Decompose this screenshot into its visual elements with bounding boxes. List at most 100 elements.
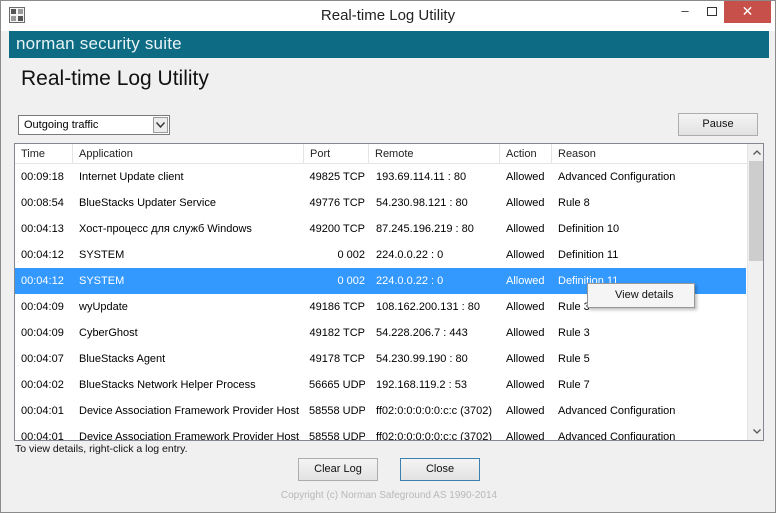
- traffic-filter-value: Outgoing traffic: [24, 119, 99, 131]
- scrollbar-thumb[interactable]: [749, 161, 763, 261]
- window-title: Real-time Log Utility: [320, 7, 456, 24]
- cell-reason: Advanced Configuration: [558, 171, 676, 183]
- vertical-scrollbar[interactable]: [747, 144, 763, 440]
- cell-reason: Rule 7: [558, 379, 590, 391]
- view-details-menu-item[interactable]: View details: [588, 284, 694, 307]
- cell-application: Internet Update client: [79, 171, 184, 183]
- hint-text: To view details, right-click a log entry…: [15, 443, 188, 455]
- cell-port: 49825 TCP: [309, 171, 365, 183]
- table-row[interactable]: 00:04:13 Хост-процесс для служб Windows 49…: [15, 216, 746, 242]
- column-header-time[interactable]: Time: [15, 144, 73, 164]
- cell-application: BlueStacks Agent: [79, 353, 166, 365]
- cell-action: Allowed: [506, 379, 545, 391]
- cell-action: Allowed: [506, 171, 545, 183]
- cell-application: wyUpdate: [79, 301, 128, 313]
- pause-button[interactable]: Pause: [678, 113, 758, 136]
- table-row[interactable]: 00:04:07 BlueStacks Agent 49178 TCP 54.230.…: [15, 346, 746, 372]
- cell-time: 00:04:01: [21, 431, 64, 441]
- cell-port: 58558 UDP: [309, 405, 365, 417]
- cell-port: 0 002: [337, 275, 365, 287]
- brand-name: norman security suite: [16, 34, 182, 53]
- cell-reason: Advanced Configuration: [558, 405, 676, 417]
- cell-port: 49182 TCP: [309, 327, 365, 339]
- cell-time: 00:09:18: [21, 171, 64, 183]
- cell-remote: 87.245.196.219 : 80: [376, 223, 474, 235]
- cell-application: SYSTEM: [79, 249, 125, 261]
- cell-reason: Definition 11: [558, 249, 619, 261]
- title-bar[interactable]: Real-time Log Utility ‒ ✕: [1, 1, 775, 31]
- column-header-port[interactable]: Port: [304, 144, 369, 164]
- cell-remote: 54.230.99.190 : 80: [376, 353, 468, 365]
- close-window-button[interactable]: ✕: [724, 1, 771, 23]
- cell-time: 00:04:12: [21, 249, 64, 261]
- minimize-button[interactable]: ‒: [671, 1, 699, 23]
- maximize-button[interactable]: [698, 1, 726, 23]
- column-header-application[interactable]: Application: [73, 144, 304, 164]
- cell-time: 00:04:12: [21, 275, 64, 287]
- close-button[interactable]: Close: [400, 458, 480, 481]
- cell-port: 49200 TCP: [309, 223, 365, 235]
- cell-remote: 224.0.0.22 : 0: [376, 275, 444, 287]
- scroll-down-icon[interactable]: [748, 423, 763, 440]
- table-row[interactable]: 00:08:54 BlueStacks Updater Service 49776 …: [15, 190, 746, 216]
- cell-application: Хост-процесс для служб Windows: [79, 223, 252, 235]
- cell-action: Allowed: [506, 197, 545, 209]
- cell-application: Device Association Framework Provider Ho…: [79, 431, 300, 441]
- table-row[interactable]: 00:04:12 SYSTEM 0 002 224.0.0.22 : 0 Allowed…: [15, 242, 746, 268]
- cell-action: Allowed: [506, 327, 545, 339]
- clear-log-button[interactable]: Clear Log: [298, 458, 378, 481]
- cell-remote: 224.0.0.22 : 0: [376, 249, 444, 261]
- cell-application: BlueStacks Network Helper Process: [79, 379, 256, 391]
- cell-action: Allowed: [506, 301, 545, 313]
- cell-port: 0 002: [337, 249, 365, 261]
- cell-application: CyberGhost: [79, 327, 138, 339]
- cell-port: 58558 UDP: [309, 431, 365, 441]
- cell-time: 00:04:02: [21, 379, 64, 391]
- app-window: Real-time Log Utility ‒ ✕ norman securit…: [0, 0, 776, 513]
- copyright-text: Copyright (c) Norman Safeground AS 1990-…: [280, 490, 498, 501]
- cell-action: Allowed: [506, 249, 545, 261]
- page-title: Real-time Log Utility: [21, 67, 209, 90]
- table-row[interactable]: 00:09:18 Internet Update client 49825 TCP 1…: [15, 164, 746, 190]
- cell-action: Allowed: [506, 405, 545, 417]
- cell-application: Device Association Framework Provider Ho…: [79, 405, 300, 417]
- cell-application: BlueStacks Updater Service: [79, 197, 216, 209]
- cell-remote: ff02:0:0:0:0:0:c:c (3702): [376, 431, 492, 441]
- cell-time: 00:04:09: [21, 301, 64, 313]
- cell-remote: 54.230.98.121 : 80: [376, 197, 468, 209]
- cell-time: 00:04:07: [21, 353, 64, 365]
- cell-port: 56665 UDP: [309, 379, 365, 391]
- cell-action: Allowed: [506, 223, 545, 235]
- brand-banner: norman security suite: [9, 31, 769, 58]
- cell-time: 00:04:13: [21, 223, 64, 235]
- cell-port: 49776 TCP: [309, 197, 365, 209]
- table-row[interactable]: 00:04:01 Device Association Framework Pro…: [15, 398, 746, 424]
- cell-action: Allowed: [506, 353, 545, 365]
- table-row[interactable]: 00:04:09 CyberGhost 49182 TCP 54.228.206.7 …: [15, 320, 746, 346]
- column-header-action[interactable]: Action: [500, 144, 552, 164]
- cell-reason: Definition 10: [558, 223, 620, 235]
- cell-port: 49186 TCP: [309, 301, 365, 313]
- cell-reason: Rule 3: [558, 327, 590, 339]
- cell-application: SYSTEM: [79, 275, 125, 287]
- cell-time: 00:04:09: [21, 327, 64, 339]
- traffic-filter-select[interactable]: Outgoing traffic: [18, 115, 170, 135]
- cell-remote: 192.168.119.2 : 53: [376, 379, 467, 391]
- maximize-icon: [707, 7, 717, 16]
- chevron-down-icon[interactable]: [153, 117, 168, 133]
- table-row[interactable]: 00:04:02 BlueStacks Network Helper Proces…: [15, 372, 746, 398]
- column-header-remote[interactable]: Remote: [369, 144, 500, 164]
- cell-action: Allowed: [506, 431, 545, 441]
- column-header-reason[interactable]: Reason: [552, 144, 747, 164]
- cell-remote: ff02:0:0:0:0:0:c:c (3702): [376, 405, 492, 417]
- cell-reason: Rule 8: [558, 197, 590, 209]
- cell-reason: Rule 5: [558, 353, 590, 365]
- table-header: Time Application Port Remote Action Reas…: [15, 144, 747, 164]
- cell-action: Allowed: [506, 275, 545, 287]
- cell-port: 49178 TCP: [309, 353, 365, 365]
- cell-reason: Advanced Configuration: [558, 431, 676, 441]
- cell-remote: 108.162.200.131 : 80: [376, 301, 480, 313]
- table-row[interactable]: 00:04:01 Device Association Framework Pro…: [15, 424, 746, 441]
- cell-remote: 193.69.114.11 : 80: [376, 171, 467, 183]
- scroll-up-icon[interactable]: [748, 144, 763, 161]
